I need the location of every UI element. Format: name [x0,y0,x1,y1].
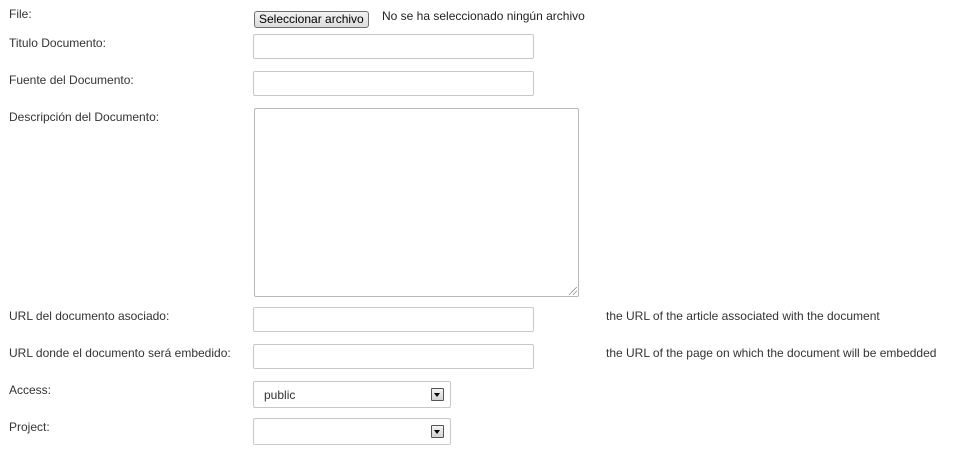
descripcion-label: Descripción del Documento: [9,110,160,124]
url-asociado-input[interactable] [253,307,534,332]
url-asociado-hint: the URL of the article associated with t… [606,309,880,323]
fuente-input[interactable] [253,71,534,96]
file-status-text: No se ha seleccionado ningún archivo [382,9,585,23]
access-label: Access: [9,383,52,397]
project-select[interactable] [253,418,451,445]
fuente-label: Fuente del Documento: [9,73,134,87]
choose-file-button[interactable]: Seleccionar archivo [254,11,369,28]
titulo-label: Titulo Documento: [9,36,106,50]
resize-grip-icon[interactable] [569,287,577,295]
descripcion-textarea[interactable] [254,108,579,297]
chevron-down-icon[interactable] [431,425,444,438]
access-select[interactable]: public [253,381,451,408]
chevron-down-icon[interactable] [431,388,444,401]
titulo-input[interactable] [253,34,534,59]
project-label: Project: [9,420,50,434]
url-asociado-label: URL del documento asociado: [9,309,170,323]
url-embedido-hint: the URL of the page on which the documen… [606,346,937,360]
url-embedido-label: URL donde el documento será embedido: [9,346,231,360]
url-embedido-input[interactable] [253,344,534,369]
access-selected-value: public [264,388,296,402]
file-label: File: [9,7,32,21]
